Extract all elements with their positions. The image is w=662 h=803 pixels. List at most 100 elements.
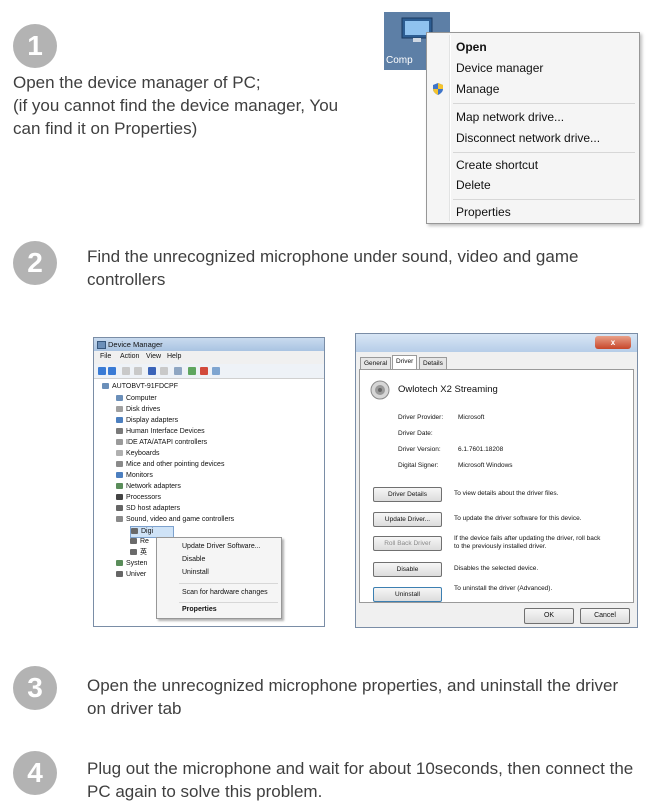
properties-icon[interactable] — [160, 367, 168, 375]
keyboard-icon — [116, 450, 123, 457]
tree-item[interactable]: SD host adapters — [116, 504, 180, 514]
step-4-badge: 4 — [13, 751, 57, 795]
tree-item[interactable]: Monitors — [116, 471, 153, 481]
tree-item[interactable]: Computer — [116, 394, 157, 404]
driver-tab-panel: Owlotech X2 Streaming Driver Provider: M… — [359, 369, 634, 603]
scan-icon[interactable] — [174, 367, 182, 375]
disable-desc: Disables the selected device. — [454, 565, 539, 572]
computer-icon — [102, 383, 109, 390]
field-label: Driver Version: — [398, 446, 441, 453]
step-3-badge: 3 — [13, 666, 57, 710]
tree-item[interactable]: Network adapters — [116, 482, 181, 492]
computer-context-menu: Open Device manager Manage Map network d… — [426, 32, 640, 224]
menu-disable[interactable]: Disable — [182, 555, 205, 565]
menu-view[interactable]: View — [146, 353, 161, 360]
tree-root[interactable]: AUTOBVT-91FDCPF — [102, 382, 178, 392]
tree-item[interactable]: 英 — [130, 548, 147, 558]
menu-open[interactable]: Open — [456, 37, 487, 57]
menu-map-network-drive[interactable]: Map network drive... — [456, 107, 564, 127]
tree-item[interactable]: IDE ATA/ATAPI controllers — [116, 438, 207, 448]
field-value: Microsoft Windows — [458, 462, 513, 469]
menu-delete[interactable]: Delete — [456, 175, 491, 195]
back-icon[interactable] — [98, 367, 106, 375]
menu-create-shortcut[interactable]: Create shortcut — [456, 155, 538, 175]
menu-manage[interactable]: Manage — [456, 79, 499, 99]
shield-icon — [433, 83, 443, 95]
tab-details[interactable]: Details — [419, 357, 447, 369]
mouse-icon — [116, 461, 123, 468]
field-label: Digital Signer: — [398, 462, 439, 469]
speaker-icon — [130, 549, 137, 556]
menu-update-driver[interactable]: Update Driver Software... — [182, 542, 261, 552]
speaker-icon — [130, 538, 137, 545]
speaker-icon — [131, 528, 138, 535]
tab-general[interactable]: General — [360, 357, 392, 369]
usb-icon — [116, 571, 123, 578]
step-1-badge: 1 — [13, 24, 57, 68]
step-2-badge: 2 — [13, 241, 57, 285]
tree-item[interactable]: Systen — [116, 559, 147, 569]
list-icon[interactable] — [134, 367, 142, 375]
device-properties-dialog: x General Driver Details Owlotech X2 Str… — [355, 333, 638, 628]
tree-item[interactable]: Re — [130, 537, 149, 547]
view-icon[interactable] — [122, 367, 130, 375]
monitor-icon — [116, 472, 123, 479]
step-4-text: Plug out the microphone and wait for abo… — [87, 759, 634, 801]
menu-disconnect-network-drive[interactable]: Disconnect network drive... — [456, 128, 600, 148]
menu-device-manager[interactable]: Device manager — [456, 58, 543, 78]
field-value: Microsoft — [458, 414, 485, 421]
tree-item[interactable]: Processors — [116, 493, 161, 503]
uninstall-icon[interactable] — [200, 367, 208, 375]
tree-item[interactable]: Disk drives — [116, 405, 160, 415]
disable-button[interactable]: Disable — [373, 562, 442, 577]
network-icon — [116, 483, 123, 490]
uninstall-desc: To uninstall the driver (Advanced). — [454, 585, 553, 592]
field-label: Driver Provider: — [398, 414, 444, 421]
display-icon — [116, 417, 123, 424]
help-icon[interactable] — [148, 367, 156, 375]
tree-item[interactable]: Mice and other pointing devices — [116, 460, 224, 470]
hid-icon — [116, 428, 123, 435]
menu-device-properties[interactable]: Properties — [182, 605, 217, 615]
menu-uninstall[interactable]: Uninstall — [182, 568, 209, 578]
device-context-menu: Update Driver Software... Disable Uninst… — [156, 537, 282, 619]
device-manager-window: Device Manager File Action View Help AUT… — [93, 337, 325, 627]
sound-icon — [116, 516, 123, 523]
update-driver-button[interactable]: Update Driver... — [373, 512, 442, 527]
tree-item[interactable]: Human Interface Devices — [116, 427, 205, 437]
ok-button[interactable]: OK — [524, 608, 574, 624]
desktop-icon-label: Comp — [386, 55, 413, 66]
processor-icon — [116, 494, 123, 501]
sd-icon — [116, 505, 123, 512]
menu-action[interactable]: Action — [120, 353, 139, 360]
step-3-text: Open the unrecognized microphone propert… — [87, 676, 619, 718]
device-manager-icon — [97, 341, 106, 349]
update-icon[interactable] — [188, 367, 196, 375]
tab-driver[interactable]: Driver — [392, 355, 418, 370]
tree-item[interactable]: Sound, video and game controllers — [116, 515, 234, 525]
computer-icon — [116, 395, 123, 402]
forward-icon[interactable] — [108, 367, 116, 375]
cancel-button[interactable]: Cancel — [580, 608, 630, 624]
roll-back-driver-desc: If the device fails after updating the d… — [454, 535, 601, 550]
tree-item[interactable]: Display adapters — [116, 416, 178, 426]
step-1-text: Open the device manager of PC; (if you c… — [13, 73, 339, 138]
enable-icon[interactable] — [212, 367, 220, 375]
tree-item[interactable]: Keyboards — [116, 449, 159, 459]
menu-file[interactable]: File — [100, 353, 111, 360]
device-manager-title: Device Manager — [108, 340, 163, 349]
close-button[interactable]: x — [595, 336, 631, 349]
ide-icon — [116, 439, 123, 446]
system-icon — [116, 560, 123, 567]
device-name: Owlotech X2 Streaming — [398, 384, 498, 395]
uninstall-button[interactable]: Uninstall — [373, 587, 442, 602]
field-label: Driver Date: — [398, 430, 433, 437]
menu-properties[interactable]: Properties — [456, 202, 511, 222]
menu-scan-hardware[interactable]: Scan for hardware changes — [182, 588, 268, 598]
field-value: 6.1.7601.18208 — [458, 446, 504, 453]
driver-details-button[interactable]: Driver Details — [373, 487, 442, 502]
roll-back-driver-button[interactable]: Roll Back Driver — [373, 536, 442, 551]
menu-help[interactable]: Help — [167, 353, 181, 360]
device-manager-toolbar — [94, 364, 324, 379]
tree-item[interactable]: Univer — [116, 570, 146, 580]
